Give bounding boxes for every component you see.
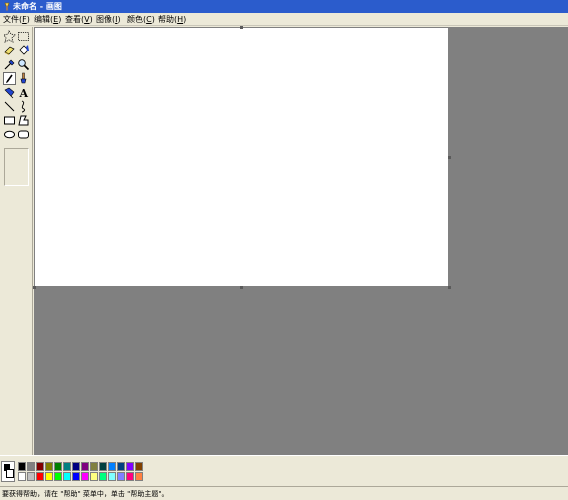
menu-image-key: I: [115, 15, 118, 24]
color-swatch[interactable]: [81, 462, 89, 471]
color-swatch[interactable]: [90, 472, 98, 481]
color-swatch[interactable]: [108, 472, 116, 481]
menu-image-label: 图像: [96, 15, 112, 24]
color-swatch[interactable]: [108, 462, 116, 471]
tool-box: A: [0, 27, 33, 455]
text-icon: A: [19, 87, 29, 99]
color-swatch[interactable]: [54, 472, 62, 481]
color-swatch[interactable]: [63, 462, 71, 471]
color-swatch[interactable]: [27, 462, 35, 471]
color-swatch[interactable]: [135, 472, 143, 481]
menu-colors-label: 颜色: [127, 15, 143, 24]
background-color: [6, 469, 14, 478]
menu-colors[interactable]: 颜色(C): [127, 13, 155, 26]
color-swatch[interactable]: [117, 462, 125, 471]
resize-handle-corner[interactable]: [448, 286, 451, 289]
tool-text[interactable]: A: [17, 86, 30, 99]
svg-text:A: A: [19, 87, 29, 99]
tool-pick-color[interactable]: [3, 58, 16, 71]
airbrush-icon: [4, 87, 15, 99]
brush-icon: [20, 72, 27, 84]
color-swatch[interactable]: [45, 462, 53, 471]
menu-edit-label: 编辑: [34, 15, 50, 24]
eyedropper-icon: [4, 59, 15, 70]
rectangle-select-icon: [18, 32, 29, 41]
tool-options-box[interactable]: [4, 148, 29, 186]
menu-file-key: F: [22, 15, 27, 24]
ellipse-icon: [4, 130, 15, 139]
drawing-workspace[interactable]: [33, 26, 568, 455]
tool-ellipse[interactable]: [3, 128, 16, 141]
color-swatch[interactable]: [63, 472, 71, 481]
color-swatch[interactable]: [135, 462, 143, 471]
menu-bar: 文件(F) 编辑(E) 查看(V) 图像(I) 颜色(C) 帮助(H): [0, 13, 568, 26]
free-form-select-icon: [3, 30, 16, 43]
paint-bucket-icon: [19, 45, 29, 55]
rectangle-icon: [4, 116, 15, 125]
tool-free-form-select[interactable]: [3, 30, 16, 43]
title-bar[interactable]: 未命名 - 画图: [0, 0, 568, 13]
resize-handle-bottom[interactable]: [240, 286, 243, 289]
color-palette: [0, 455, 568, 485]
color-swatch[interactable]: [126, 462, 134, 471]
tool-airbrush[interactable]: [3, 86, 16, 99]
color-swatch[interactable]: [99, 462, 107, 471]
menu-view-key: V: [84, 15, 90, 24]
color-swatch[interactable]: [27, 472, 35, 481]
drawing-canvas[interactable]: [35, 28, 448, 286]
color-swatch[interactable]: [90, 462, 98, 471]
pencil-icon: [6, 74, 13, 84]
menu-file-label: 文件: [3, 15, 19, 24]
menu-help[interactable]: 帮助(H): [158, 13, 186, 26]
menu-view[interactable]: 查看(V): [65, 13, 93, 26]
tool-pencil[interactable]: [3, 72, 16, 85]
tool-polygon[interactable]: [17, 114, 30, 127]
eraser-icon: [4, 46, 15, 55]
tool-brush[interactable]: [17, 72, 30, 85]
tool-fill[interactable]: [17, 44, 30, 57]
current-colors: [1, 461, 15, 482]
color-swatch[interactable]: [18, 472, 26, 481]
window-title: 未命名 - 画图: [13, 2, 62, 11]
color-swatch[interactable]: [99, 472, 107, 481]
color-swatch[interactable]: [81, 472, 89, 481]
tool-rectangle[interactable]: [3, 114, 16, 127]
magnifier-icon: [18, 59, 30, 71]
status-bar: 要获得帮助，请在 "帮助" 菜单中，单击 "帮助主题"。: [0, 486, 568, 500]
menu-colors-key: C: [146, 15, 152, 24]
color-swatch[interactable]: [36, 472, 44, 481]
tool-rounded-rectangle[interactable]: [17, 128, 30, 141]
color-swatch[interactable]: [72, 472, 80, 481]
menu-help-label: 帮助: [158, 15, 174, 24]
menu-file[interactable]: 文件(F): [3, 13, 30, 26]
status-text: 要获得帮助，请在 "帮助" 菜单中，单击 "帮助主题"。: [2, 490, 169, 498]
color-swatch[interactable]: [36, 462, 44, 471]
rounded-rectangle-icon: [18, 130, 29, 139]
resize-handle-bottom-left: [33, 286, 36, 289]
color-swatch[interactable]: [54, 462, 62, 471]
menu-edit[interactable]: 编辑(E): [34, 13, 61, 26]
resize-handle-right[interactable]: [448, 156, 451, 159]
resize-handle-top: [240, 26, 243, 29]
tool-eraser[interactable]: [3, 44, 16, 57]
polygon-icon: [18, 115, 29, 126]
color-swatch[interactable]: [126, 472, 134, 481]
menu-view-label: 查看: [65, 15, 81, 24]
curve-icon: [21, 100, 26, 113]
color-swatch[interactable]: [18, 462, 26, 471]
paint-app-icon[interactable]: [3, 2, 11, 11]
menu-help-key: H: [177, 15, 184, 24]
color-swatch[interactable]: [117, 472, 125, 481]
menu-image[interactable]: 图像(I): [96, 13, 121, 26]
menu-edit-key: E: [53, 15, 59, 24]
color-swatch[interactable]: [72, 462, 80, 471]
color-swatch[interactable]: [45, 472, 53, 481]
tool-magnifier[interactable]: [17, 58, 30, 71]
line-icon: [4, 101, 15, 112]
tool-rectangle-select[interactable]: [17, 30, 30, 43]
tool-line[interactable]: [3, 100, 16, 113]
tool-curve[interactable]: [17, 100, 30, 113]
